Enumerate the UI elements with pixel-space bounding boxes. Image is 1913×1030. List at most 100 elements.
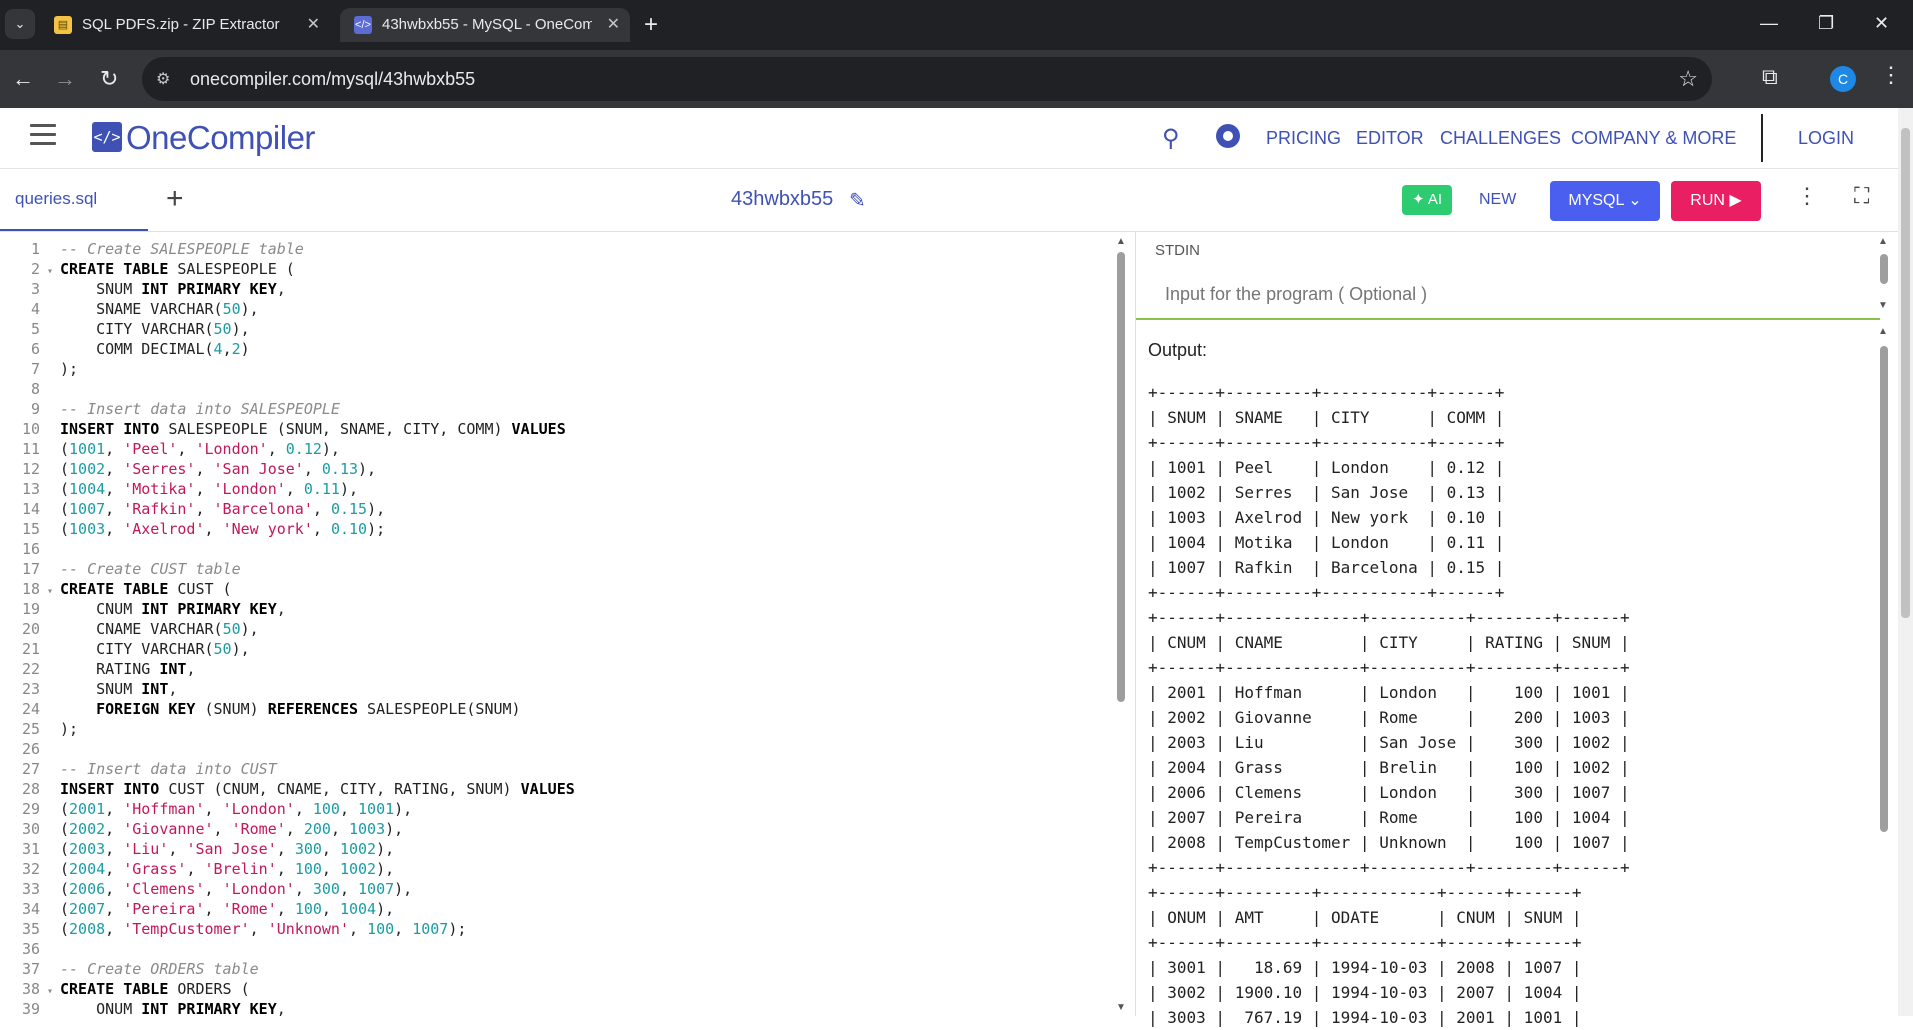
more-options-icon[interactable]: ⋮ (1796, 183, 1818, 209)
code-line[interactable]: 17 -- Create CUST table (0, 559, 1100, 579)
code-token: RATING (60, 660, 160, 678)
extensions-icon[interactable]: ⧉ (1762, 64, 1778, 90)
code-line[interactable]: 28 INSERT INTO CUST (CNUM, CNAME, CITY, R… (0, 779, 1100, 799)
code-token: , (276, 840, 295, 858)
search-icon[interactable]: ⚲ (1162, 124, 1180, 153)
nav-pricing[interactable]: PRICING (1266, 108, 1341, 168)
scroll-up-arrow-icon[interactable]: ▲ (1878, 236, 1888, 247)
code-line[interactable]: 12 (1002, 'Serres', 'San Jose', 0.13), (0, 459, 1100, 479)
nav-editor[interactable]: EDITOR (1356, 108, 1424, 168)
pencil-edit-icon[interactable]: ✎ (849, 188, 866, 213)
restore-icon[interactable]: ❐ (1818, 8, 1834, 38)
code-line[interactable]: 18 ▾ CREATE TABLE CUST ( (0, 579, 1100, 599)
language-select[interactable]: MYSQL ⌄ (1550, 181, 1660, 221)
code-token: 2003 (69, 840, 106, 858)
forward-icon[interactable]: → (54, 64, 76, 94)
code-line[interactable]: 19 CNUM INT PRIMARY KEY, (0, 599, 1100, 619)
code-line[interactable]: 8 (0, 379, 1100, 399)
code-token: CITY VARCHAR( (60, 640, 214, 658)
code-token: , (276, 900, 295, 918)
scroll-up-arrow-icon[interactable]: ▲ (1878, 326, 1888, 337)
code-token: ), (367, 500, 386, 518)
minimize-icon[interactable]: — (1760, 8, 1778, 38)
code-line[interactable]: 5 CITY VARCHAR(50), (0, 319, 1100, 339)
code-line[interactable]: 36 (0, 939, 1100, 959)
code-line[interactable]: 15 (1003, 'Axelrod', 'New york', 0.10); (0, 519, 1100, 539)
code-line[interactable]: 16 (0, 539, 1100, 559)
nav-challenges[interactable]: CHALLENGES (1440, 108, 1561, 168)
address-bar[interactable]: ⚙ onecompiler.com/mysql/43hwbxb55 ☆ (142, 57, 1712, 101)
code-line[interactable]: 21 CITY VARCHAR(50), (0, 639, 1100, 659)
scroll-down-arrow-icon[interactable]: ▼ (1116, 1002, 1126, 1013)
code-line[interactable]: 31 (2003, 'Liu', 'San Jose', 300, 1002), (0, 839, 1100, 859)
project-name[interactable]: 43hwbxb55 (731, 169, 833, 229)
output-scrollbar[interactable] (1880, 346, 1888, 832)
code-line[interactable]: 6 COMM DECIMAL(4,2) (0, 339, 1100, 359)
page-scrollbar-thumb[interactable] (1901, 128, 1910, 618)
code-line[interactable]: 35 (2008, 'TempCustomer', 'Unknown', 100,… (0, 919, 1100, 939)
code-line[interactable]: 23 SNUM INT, (0, 679, 1100, 699)
code-line[interactable]: 10 INSERT INTO SALESPEOPLE (SNUM, SNAME, … (0, 419, 1100, 439)
close-icon[interactable]: ✕ (307, 8, 320, 42)
code-line[interactable]: 9 -- Insert data into SALESPEOPLE (0, 399, 1100, 419)
code-line[interactable]: 3 SNUM INT PRIMARY KEY, (0, 279, 1100, 299)
browser-tab-zip-extractor[interactable]: ▤ SQL PDFS.zip - ZIP Extractor ✕ (40, 8, 330, 42)
code-line[interactable]: 37 -- Create ORDERS table (0, 959, 1100, 979)
editor-scrollbar[interactable] (1117, 252, 1125, 702)
header-divider (1761, 114, 1763, 162)
code-line[interactable]: 20 CNAME VARCHAR(50), (0, 619, 1100, 639)
code-line[interactable]: 24 FOREIGN KEY (SNUM) REFERENCES SALESPE… (0, 699, 1100, 719)
code-line[interactable]: 27 -- Insert data into CUST (0, 759, 1100, 779)
code-line[interactable]: 1 -- Create SALESPEOPLE table (0, 239, 1100, 259)
theme-toggle-icon[interactable] (1216, 124, 1240, 148)
hamburger-menu-icon[interactable] (30, 124, 56, 151)
code-line[interactable]: 33 (2006, 'Clemens', 'London', 300, 1007)… (0, 879, 1100, 899)
scroll-down-arrow-icon[interactable]: ▼ (1878, 300, 1888, 311)
stdin-scrollbar[interactable] (1880, 254, 1888, 284)
code-line[interactable]: 2 ▾ CREATE TABLE SALESPEOPLE ( (0, 259, 1100, 279)
tab-search-icon[interactable]: ⌄ (5, 9, 35, 39)
new-button[interactable]: NEW (1479, 169, 1516, 231)
code-line[interactable]: 13 (1004, 'Motika', 'London', 0.11), (0, 479, 1100, 499)
run-button[interactable]: RUN ▶ (1671, 181, 1761, 221)
window-close-icon[interactable]: ✕ (1874, 8, 1889, 38)
code-token: 2001 (69, 800, 106, 818)
site-info-icon[interactable]: ⚙ (156, 69, 170, 89)
login-link[interactable]: LOGIN (1798, 108, 1854, 168)
url-text[interactable]: onecompiler.com/mysql/43hwbxb55 (190, 57, 475, 101)
profile-avatar[interactable]: C (1830, 66, 1856, 92)
code-token: 'Motika' (123, 480, 196, 498)
code-line[interactable]: 25); (0, 719, 1100, 739)
code-line[interactable]: 29 (2001, 'Hoffman', 'London', 100, 1001)… (0, 799, 1100, 819)
nav-company-more[interactable]: COMPANY & MORE (1571, 108, 1736, 168)
new-tab-button[interactable]: + (644, 10, 658, 40)
code-line[interactable]: 32 (2004, 'Grass', 'Brelin', 100, 1002), (0, 859, 1100, 879)
code-line[interactable]: 14 (1007, 'Rafkin', 'Barcelona', 0.15), (0, 499, 1100, 519)
bookmark-star-icon[interactable]: ☆ (1678, 57, 1698, 101)
file-tab-queries[interactable]: queries.sql (0, 169, 148, 231)
code-token: 'Axelrod' (123, 520, 205, 538)
code-line[interactable]: 38 ▾ CREATE TABLE ORDERS ( (0, 979, 1100, 999)
code-line[interactable]: 34 (2007, 'Pereira', 'Rome', 100, 1004), (0, 899, 1100, 919)
code-line[interactable]: 11 (1001, 'Peel', 'London', 0.12), (0, 439, 1100, 459)
browser-menu-icon[interactable]: ⋮ (1880, 62, 1902, 88)
code-token: , (276, 860, 295, 878)
code-line[interactable]: 30 (2002, 'Giovanne', 'Rome', 200, 1003), (0, 819, 1100, 839)
reload-icon[interactable]: ↻ (100, 64, 118, 94)
fullscreen-icon[interactable]: ⛶ (1854, 183, 1869, 209)
browser-tab-onecompiler[interactable]: </> 43hwbxb55 - MySQL - OneCom ✕ (340, 8, 630, 42)
code-editor[interactable]: 1 -- Create SALESPEOPLE table 2 ▾ CREATE TAB… (0, 232, 1120, 1016)
code-line[interactable]: 39 ONUM INT PRIMARY KEY, (0, 999, 1100, 1016)
ai-button[interactable]: ✦ AI (1402, 185, 1452, 215)
code-line[interactable]: 22 RATING INT, (0, 659, 1100, 679)
add-file-button[interactable]: + (166, 181, 184, 217)
stdin-input[interactable] (1136, 270, 1880, 320)
code-line[interactable]: 7); (0, 359, 1100, 379)
close-icon[interactable]: ✕ (607, 8, 620, 42)
back-icon[interactable]: ← (12, 64, 34, 94)
code-token: ORDERS ( (168, 980, 250, 998)
code-line[interactable]: 4 SNAME VARCHAR(50), (0, 299, 1100, 319)
scroll-up-arrow-icon[interactable]: ▲ (1116, 236, 1126, 247)
code-line[interactable]: 26 (0, 739, 1100, 759)
